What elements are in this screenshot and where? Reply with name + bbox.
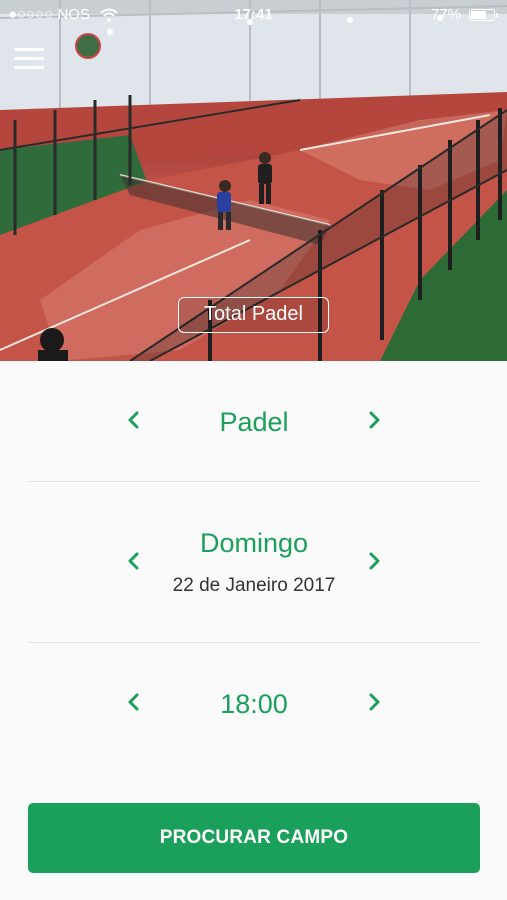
battery-level [471, 11, 486, 19]
chevron-right-icon [369, 693, 380, 711]
time-next-button[interactable] [358, 687, 388, 717]
chevron-right-icon [369, 552, 380, 570]
menu-line [14, 57, 44, 60]
hamburger-menu-icon[interactable] [14, 48, 46, 72]
time-selector: 18:00 [28, 677, 480, 737]
sport-selector: Padel [28, 395, 480, 455]
chevron-right-icon [369, 411, 380, 429]
date-label: 22 de Janeiro 2017 [172, 575, 336, 596]
sport-label: Padel [219, 407, 289, 437]
search-court-button[interactable]: PROCURAR CAMPO [28, 803, 480, 873]
sport-next-button[interactable] [358, 405, 388, 435]
battery-percent: 77% [430, 6, 461, 23]
day-selector: Domingo 22 de Janeiro 2017 [28, 520, 480, 610]
day-label: Domingo [199, 528, 309, 558]
battery-tip [496, 13, 498, 17]
battery-icon [469, 9, 498, 21]
day-next-button[interactable] [358, 546, 388, 576]
time-label: 18:00 [220, 689, 288, 719]
divider [28, 481, 480, 482]
menu-line [14, 48, 44, 51]
divider [28, 642, 480, 643]
status-bar: ●○○○○ NOS 17:41 77% [0, 0, 507, 30]
menu-line [14, 66, 44, 69]
club-name-badge[interactable]: Total Padel [178, 297, 329, 333]
hero-image: ●○○○○ NOS 17:41 77% Total Padel [0, 0, 507, 361]
